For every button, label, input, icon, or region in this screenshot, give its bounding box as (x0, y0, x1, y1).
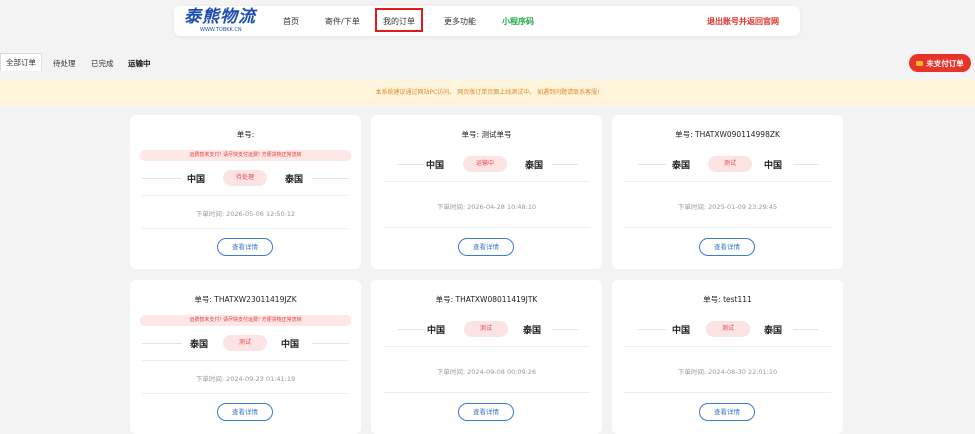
order-number: 单号: THATXW090114998ZK (675, 130, 780, 139)
view-details-button[interactable]: 查看详情 (217, 238, 273, 256)
top-navbar: 泰熊物流 WWW.TOBKK.CN 首页 寄件/下单 我的订单 更多功能 小程序… (174, 6, 800, 36)
view-details-button[interactable]: 查看详情 (217, 403, 273, 421)
nav-more-features[interactable]: 更多功能 (444, 17, 476, 26)
order-number: 单号: 测试单号 (461, 130, 512, 139)
order-number: 单号: test111 (703, 295, 752, 304)
order-time: 下单时间: 2024-09-23 01:41:19 (195, 375, 296, 383)
origin-country: 中国 (671, 326, 690, 336)
order-number: 单号: THATXW08011419JTK (435, 295, 538, 304)
origin-country: 泰国 (671, 161, 690, 171)
destination-country: 中国 (763, 161, 782, 171)
view-details-button[interactable]: 查看详情 (699, 403, 755, 421)
order-time: 下单时间: 2026-05-06 12:50:12 (195, 210, 296, 218)
nav-miniprogram-code[interactable]: 小程序码 (502, 17, 534, 26)
view-details-button[interactable]: 查看详情 (458, 403, 514, 421)
status-badge: 测试 (706, 321, 750, 337)
route: 泰国 测试 中国 (612, 156, 843, 172)
order-number: 单号: THATXW23011419JZK (194, 295, 297, 304)
origin-country: 中国 (186, 175, 205, 185)
tab-all-orders[interactable]: 全部订单 (0, 53, 42, 71)
logo-subtext: WWW.TOBKK.CN (200, 27, 242, 33)
tab-pending[interactable]: 待处理 (53, 58, 76, 69)
destination-country: 泰国 (522, 326, 541, 336)
order-card: 单号: 测试单号 中国 运输中 泰国 下单时间: 2026-04-28 10:4… (371, 115, 602, 269)
nav-ship-order[interactable]: 寄件/下单 (325, 17, 360, 26)
nav-home[interactable]: 首页 (283, 17, 299, 26)
order-number: 单号: (236, 130, 255, 139)
route: 中国 待处理 泰国 (130, 170, 361, 186)
order-card: 单号: THATXW090114998ZK 泰国 测试 中国 下单时间: 202… (612, 115, 843, 269)
tab-in-transit[interactable]: 运输中 (128, 58, 151, 69)
route: 中国 测试 泰国 (371, 321, 602, 337)
origin-country: 中国 (426, 326, 445, 336)
order-card: 单号: test111 中国 测试 泰国 下单时间: 2024-08-30 22… (612, 280, 843, 434)
order-card: 单号: 运费暂未支付! 请尽快支付运费! 方便货物正常流转 中国 待处理 泰国 … (130, 115, 361, 269)
order-card: 单号: THATXW23011419JZK 运费暂未支付! 请尽快支付运费! 方… (130, 280, 361, 434)
view-details-button[interactable]: 查看详情 (458, 238, 514, 256)
notice-banner: 本系统建议通过网站PC访问。 网页版订单页面上线测试中。 如遇到问题请联系客服! (0, 80, 975, 106)
status-badge: 待处理 (223, 170, 267, 186)
status-badge: 测试 (708, 156, 752, 172)
view-details-button[interactable]: 查看详情 (699, 238, 755, 256)
payment-warning: 运费暂未支付! 请尽快支付运费! 方便货物正常流转 (140, 315, 351, 326)
route: 中国 测试 泰国 (612, 321, 843, 337)
origin-country: 中国 (425, 161, 444, 171)
logo[interactable]: 泰熊物流 WWW.TOBKK.CN (184, 8, 256, 34)
payment-warning: 运费暂未支付! 请尽快支付运费! 方便货物正常流转 (140, 150, 351, 161)
route: 中国 运输中 泰国 (371, 156, 602, 172)
order-time: 下单时间: 2025-01-09 23:29:45 (677, 203, 778, 211)
nav-my-orders[interactable]: 我的订单 (375, 8, 423, 32)
order-time: 下单时间: 2026-04-28 10:48:10 (436, 203, 537, 211)
order-card: 单号: THATXW08011419JTK 中国 测试 泰国 下单时间: 202… (371, 280, 602, 434)
status-badge: 运输中 (463, 156, 507, 172)
order-time: 下单时间: 2024-09-08 00:09:26 (436, 368, 537, 376)
logo-text: 泰熊物流 (184, 7, 256, 27)
wallet-icon (916, 60, 924, 66)
destination-country: 泰国 (524, 161, 543, 171)
unpaid-orders-button[interactable]: 未支付订单 (909, 54, 971, 72)
destination-country: 泰国 (763, 326, 782, 336)
status-badge: 测试 (223, 335, 267, 351)
tab-completed[interactable]: 已完成 (91, 58, 114, 69)
order-time: 下单时间: 2024-08-30 22:01:10 (677, 368, 778, 376)
origin-country: 泰国 (189, 340, 208, 350)
route: 泰国 测试 中国 (130, 335, 361, 351)
destination-country: 中国 (280, 340, 299, 350)
destination-country: 泰国 (284, 175, 303, 185)
unpaid-orders-label: 未支付订单 (926, 58, 964, 68)
logout-link[interactable]: 退出账号并返回官网 (707, 17, 779, 26)
status-badge: 测试 (464, 321, 508, 337)
